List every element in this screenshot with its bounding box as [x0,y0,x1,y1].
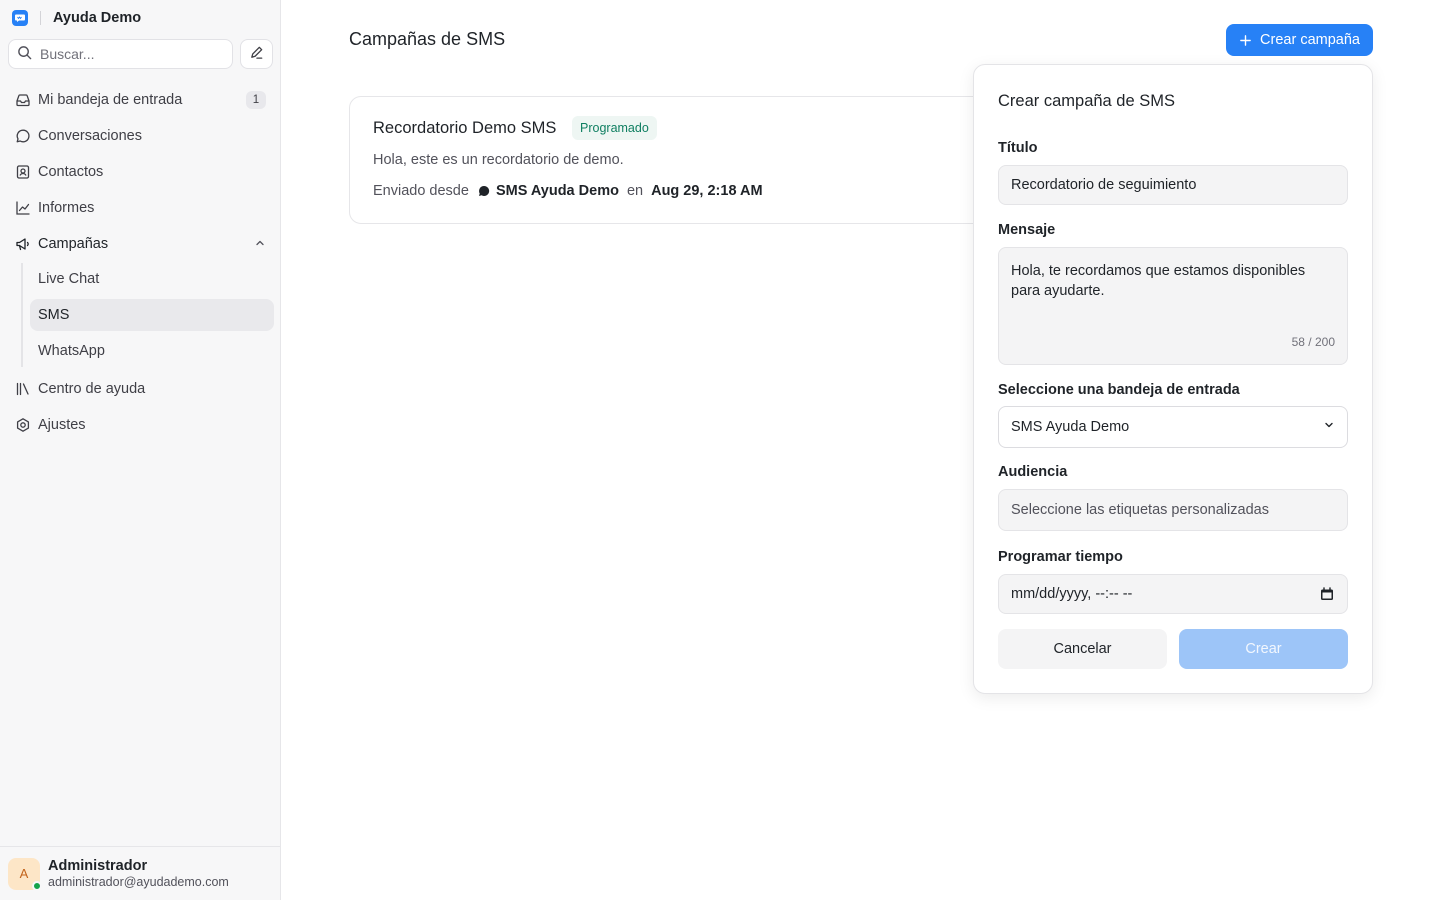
title-input[interactable]: Recordatorio de seguimiento [998,165,1348,205]
inbox-select[interactable]: SMS Ayuda Demo [998,406,1348,448]
chat-bubble-icon [15,128,31,144]
title-label: Título [998,140,1038,156]
brand: Ayuda Demo [12,9,141,27]
chevron-up-icon [254,237,266,253]
user-name: Administrador [48,857,148,874]
audience-label: Audiencia [998,464,1068,480]
sidebar-item-label: Campañas [38,236,109,252]
status-badge: Programado [572,116,657,140]
calendar-icon[interactable] [1320,587,1334,605]
unread-count-badge: 1 [246,91,266,109]
sidebar-item-label: Informes [38,200,95,216]
brand-divider [40,11,41,25]
campaign-inbox: SMS Ayuda Demo [495,183,619,199]
sidebar-item-sms[interactable]: SMS [30,299,274,331]
create-campaign-label: Crear campaña [1260,32,1360,48]
megaphone-icon [15,236,31,252]
campaign-card[interactable]: Recordatorio Demo SMS Programado Hola, e… [349,96,1029,224]
library-icon [15,381,31,397]
sidebar-item-settings[interactable]: Ajustes [8,409,272,441]
campaign-meta: Enviado desde SMS Ayuda Demo en Aug 29, … [373,183,763,199]
sent-from-label: Enviado desde [373,183,469,199]
compose-button[interactable] [240,39,273,69]
sidebar-item-live-chat[interactable]: Live Chat [30,263,274,295]
sidebar-item-label: Ajustes [38,417,86,433]
campaigns-subnav: Live Chat SMS WhatsApp [21,263,274,367]
sidebar-item-contacts[interactable]: Contactos [8,156,272,188]
message-label: Mensaje [998,222,1056,238]
sidebar-item-label: Conversaciones [38,128,142,144]
pencil-icon [249,45,264,63]
at-label: en [626,183,644,199]
online-status-dot [32,880,42,891]
sidebar-item-inbox[interactable]: Mi bandeja de entrada 1 [8,84,272,116]
user-info: Administrador administrador@ayudademo.co… [48,858,229,890]
search-input[interactable] [40,46,220,62]
message-textarea[interactable]: Hola, te recordamos que estamos disponib… [998,247,1348,365]
sidebar-item-whatsapp[interactable]: WhatsApp [30,335,274,367]
inbox-label: Seleccione una bandeja de entrada [998,382,1240,398]
plus-icon [1239,34,1252,47]
character-counter: 58 / 200 [1291,335,1335,349]
page-title: Campañas de SMS [349,29,506,49]
search-icon [17,45,32,63]
message-icon [478,185,490,197]
create-campaign-button[interactable]: Crear campaña [1226,24,1373,56]
sidebar-item-label: Mi bandeja de entrada [38,92,183,108]
campaign-date: Aug 29, 2:18 AM [651,183,763,199]
avatar: A [8,857,42,891]
brand-name: Ayuda Demo [53,10,142,26]
sidebar-item-campaigns[interactable]: Campañas [8,228,272,260]
sidebar: Ayuda Demo Mi bandeja de entrada 1 Conve… [0,0,281,900]
create-button[interactable]: Crear [1179,629,1348,669]
campaign-title: Recordatorio Demo SMS [373,119,557,137]
contact-book-icon [15,164,31,180]
chart-line-icon [15,200,31,216]
schedule-datetime-input[interactable]: mm/dd/yyyy, --:-- -- [998,574,1348,614]
user-email: administrador@ayudademo.com [48,874,229,889]
create-campaign-panel: Crear campaña de SMS Título Recordatorio… [973,64,1373,694]
sidebar-nav: Mi bandeja de entrada 1 Conversaciones C… [8,84,274,445]
inbox-icon [15,92,31,108]
audience-multiselect[interactable]: Seleccione las etiquetas personalizadas [998,489,1348,531]
sidebar-item-conversations[interactable]: Conversaciones [8,120,272,152]
panel-title: Crear campaña de SMS [998,92,1175,110]
chevron-down-icon [1323,419,1335,435]
cancel-button[interactable]: Cancelar [998,629,1167,669]
settings-icon [15,417,31,433]
campaign-message: Hola, este es un recordatorio de demo. [373,152,624,168]
search-box[interactable] [8,39,233,69]
user-profile[interactable]: A Administrador administrador@ayudademo.… [0,846,280,900]
sidebar-item-reports[interactable]: Informes [8,192,272,224]
sidebar-item-label: Centro de ayuda [38,381,146,397]
schedule-label: Programar tiempo [998,549,1123,565]
sidebar-item-label: Contactos [38,164,104,180]
chat-logo-icon [12,10,28,26]
sidebar-item-help-center[interactable]: Centro de ayuda [8,373,272,405]
